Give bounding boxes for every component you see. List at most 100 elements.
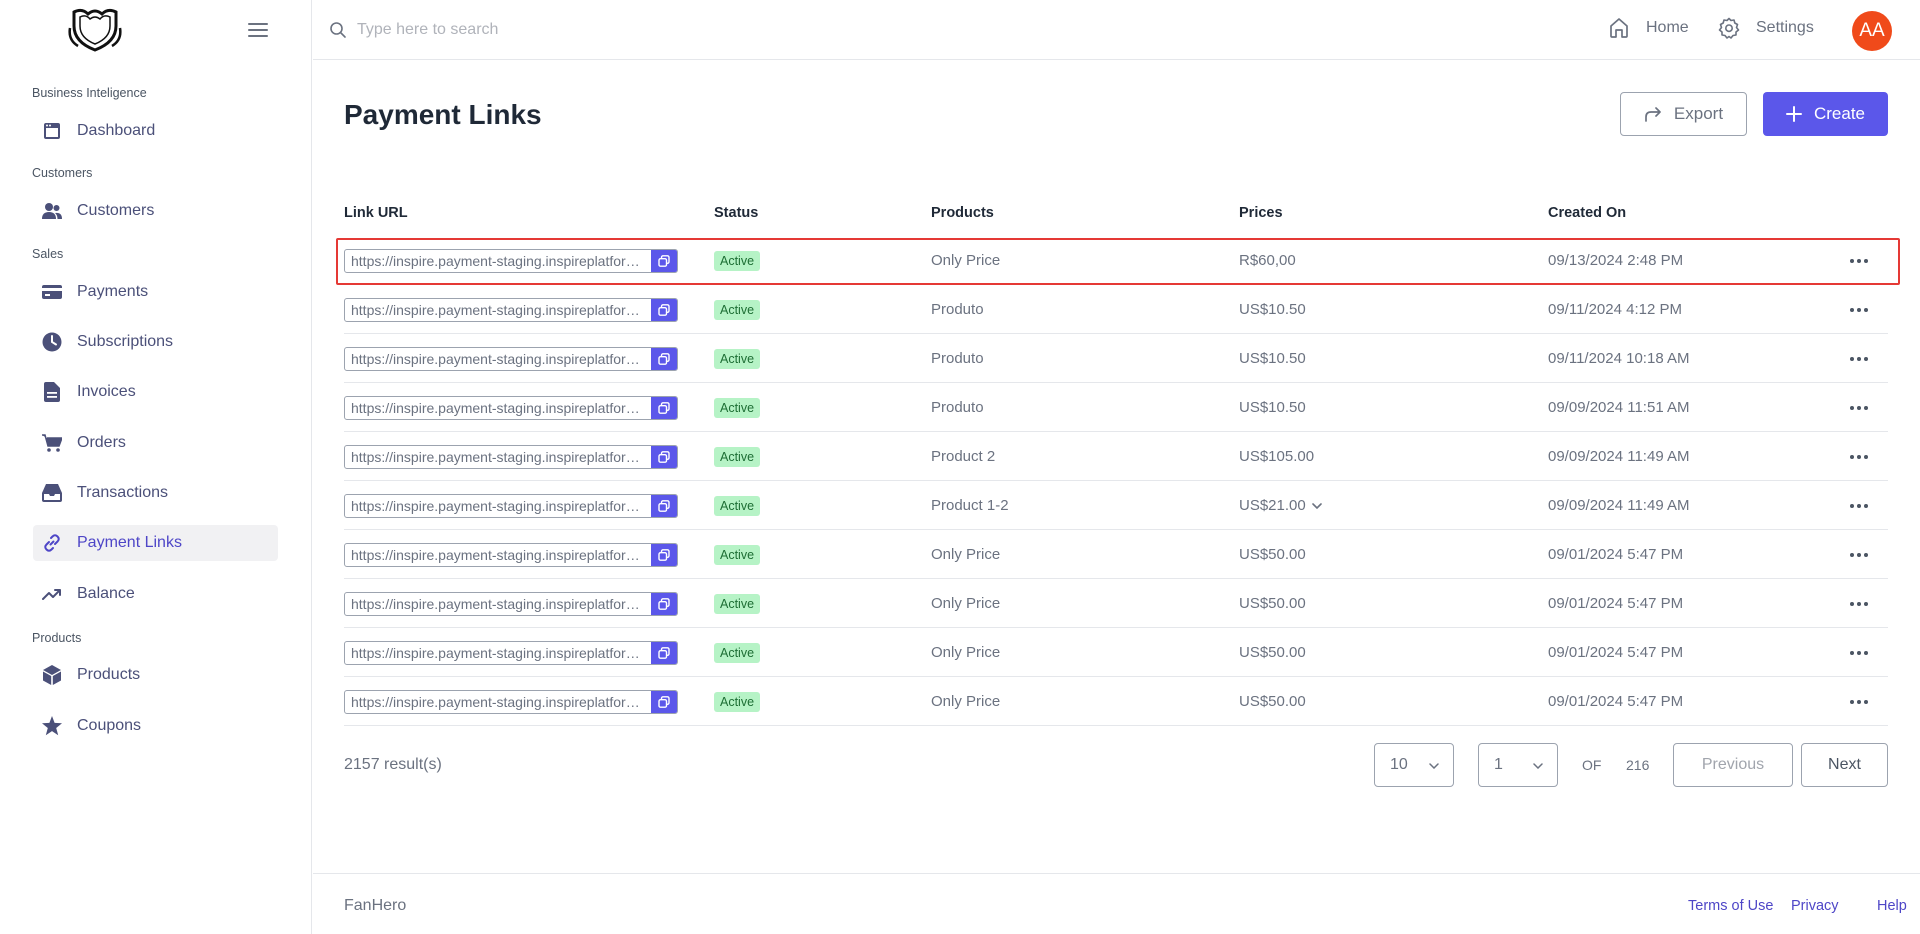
link-url-field[interactable]: https://inspire.payment-staging.inspirep… [344, 298, 678, 322]
link-url-field[interactable]: https://inspire.payment-staging.inspirep… [344, 249, 678, 273]
copy-link-button[interactable] [651, 495, 677, 517]
sidebar-item-label: Dashboard [77, 122, 156, 139]
document-icon [42, 382, 62, 402]
status-badge: Active [714, 594, 761, 614]
row-actions-icon[interactable] [1845, 397, 1873, 419]
link-url-field[interactable]: https://inspire.payment-staging.inspirep… [344, 592, 678, 616]
link-url-field[interactable]: https://inspire.payment-staging.inspirep… [344, 396, 678, 420]
create-button[interactable]: Create [1763, 92, 1888, 136]
shield-logo-icon[interactable] [68, 6, 122, 52]
home-link[interactable]: Home [1608, 17, 1689, 39]
row-actions-icon[interactable] [1845, 495, 1873, 517]
copy-link-button[interactable] [651, 593, 677, 615]
copy-icon [658, 255, 670, 267]
row-actions-icon[interactable] [1845, 299, 1873, 321]
sidebar-item-transactions[interactable]: Transactions [33, 475, 278, 511]
row-actions-icon[interactable] [1845, 250, 1873, 272]
clock-icon [42, 332, 62, 352]
sidebar-item-balance[interactable]: Balance [33, 576, 278, 612]
page-size-value: 10 [1390, 756, 1408, 773]
table-row: https://inspire.payment-staging.inspirep… [344, 236, 1888, 285]
link-url-text: https://inspire.payment-staging.inspirep… [351, 302, 651, 318]
table-row: https://inspire.payment-staging.inspirep… [344, 628, 1888, 677]
row-actions-icon[interactable] [1845, 446, 1873, 468]
copy-link-button[interactable] [651, 250, 677, 272]
table-row: https://inspire.payment-staging.inspirep… [344, 677, 1888, 726]
link-url-text: https://inspire.payment-staging.inspirep… [351, 351, 651, 367]
status-badge: Active [714, 251, 761, 271]
next-button[interactable]: Next [1801, 743, 1888, 787]
sidebar-item-label: Transactions [77, 484, 168, 501]
page-number-select[interactable]: 1 [1478, 743, 1558, 787]
sidebar-item-orders[interactable]: Orders [33, 425, 278, 461]
copy-link-button[interactable] [651, 348, 677, 370]
copy-link-button[interactable] [651, 642, 677, 664]
export-button[interactable]: Export [1620, 92, 1747, 136]
menu-toggle-icon[interactable] [246, 20, 270, 40]
price-value: US$10.50 [1239, 301, 1306, 318]
avatar[interactable]: AA [1852, 11, 1892, 51]
copy-link-button[interactable] [651, 299, 677, 321]
created-on: 09/13/2024 2:48 PM [1548, 252, 1684, 269]
previous-button[interactable]: Previous [1673, 743, 1793, 787]
chevron-down-icon [1429, 756, 1439, 774]
status-badge: Active [714, 545, 761, 565]
link-url-field[interactable]: https://inspire.payment-staging.inspirep… [344, 543, 678, 567]
sidebar-item-label: Products [77, 666, 141, 683]
price-value: US$50.00 [1239, 693, 1306, 710]
search-input[interactable] [357, 15, 957, 45]
copy-link-button[interactable] [651, 446, 677, 468]
page-title: Payment Links [344, 99, 542, 130]
link-url-field[interactable]: https://inspire.payment-staging.inspirep… [344, 445, 678, 469]
link-url-field[interactable]: https://inspire.payment-staging.inspirep… [344, 347, 678, 371]
status-badge: Active [714, 692, 761, 712]
sidebar-item-products[interactable]: Products [33, 657, 278, 693]
created-on: 09/01/2024 5:47 PM [1548, 693, 1684, 710]
product-name: Produto [931, 301, 984, 318]
product-name: Produto [931, 350, 984, 367]
row-actions-icon[interactable] [1845, 544, 1873, 566]
row-actions-icon[interactable] [1845, 593, 1873, 615]
table-row: https://inspire.payment-staging.inspirep… [344, 285, 1888, 334]
copy-icon [658, 696, 670, 708]
copy-icon [658, 353, 670, 365]
link-url-field[interactable]: https://inspire.payment-staging.inspirep… [344, 690, 678, 714]
inbox-icon [42, 483, 62, 503]
sidebar-item-label: Subscriptions [77, 333, 174, 350]
sidebar-item-label: Orders [77, 434, 126, 451]
copy-link-button[interactable] [651, 397, 677, 419]
copy-link-button[interactable] [651, 544, 677, 566]
sidebar-item-payment-links[interactable]: Payment Links [33, 525, 278, 561]
copy-icon [658, 451, 670, 463]
section-label-business-intelligence: Business Inteligence [32, 86, 147, 100]
copy-icon [658, 549, 670, 561]
search-icon [329, 21, 347, 39]
link-url-text: https://inspire.payment-staging.inspirep… [351, 449, 651, 465]
page-size-select[interactable]: 10 [1374, 743, 1454, 787]
row-actions-icon[interactable] [1845, 642, 1873, 664]
sidebar-item-customers[interactable]: Customers [33, 193, 278, 229]
column-header-link-url: Link URL [344, 205, 408, 221]
terms-link[interactable]: Terms of Use [1688, 898, 1773, 914]
sidebar-item-payments[interactable]: Payments [33, 274, 278, 310]
table-row: https://inspire.payment-staging.inspirep… [344, 334, 1888, 383]
link-url-field[interactable]: https://inspire.payment-staging.inspirep… [344, 641, 678, 665]
table-row: https://inspire.payment-staging.inspirep… [344, 383, 1888, 432]
product-name: Product 1-2 [931, 497, 1009, 514]
row-actions-icon[interactable] [1845, 691, 1873, 713]
privacy-link[interactable]: Privacy [1791, 898, 1839, 914]
copy-link-button[interactable] [651, 691, 677, 713]
settings-link[interactable]: Settings [1718, 17, 1814, 39]
link-url-field[interactable]: https://inspire.payment-staging.inspirep… [344, 494, 678, 518]
sidebar-item-coupons[interactable]: Coupons [33, 708, 278, 744]
row-actions-icon[interactable] [1845, 348, 1873, 370]
price-value: US$50.00 [1239, 546, 1306, 563]
gear-icon [1718, 17, 1740, 39]
sidebar-item-subscriptions[interactable]: Subscriptions [33, 324, 278, 360]
sidebar-item-dashboard[interactable]: Dashboard [33, 113, 278, 149]
help-link[interactable]: Help [1877, 898, 1907, 914]
sidebar-item-invoices[interactable]: Invoices [33, 374, 278, 410]
price-dropdown[interactable]: US$21.00 [1239, 497, 1322, 514]
copy-icon [658, 304, 670, 316]
settings-label: Settings [1756, 19, 1814, 36]
